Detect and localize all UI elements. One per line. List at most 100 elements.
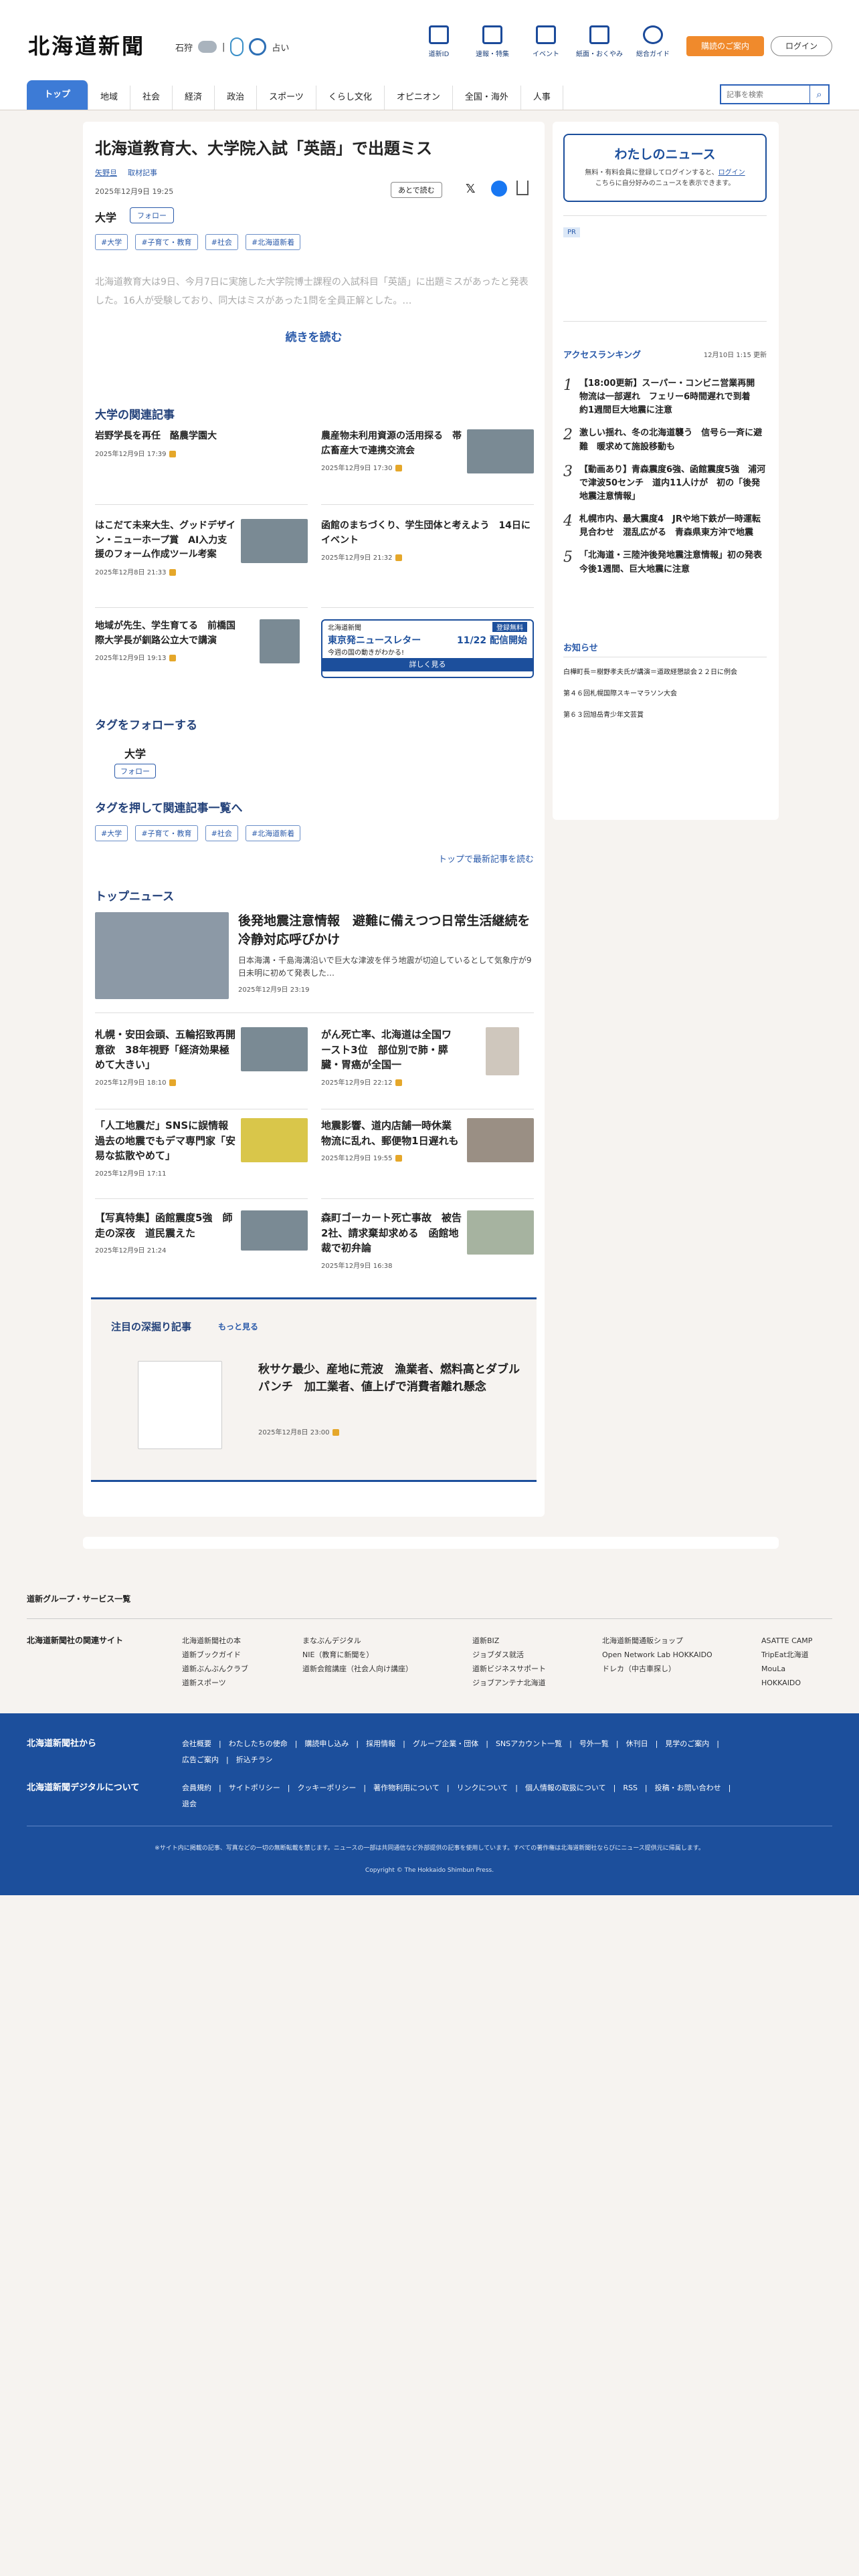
footer-link[interactable]: 号外一覧 bbox=[579, 1739, 609, 1748]
footer-link[interactable]: 北海道新聞通販ショップ bbox=[602, 1634, 761, 1648]
related-item[interactable]: 函館のまちづくり、学生団体と考えよう 14日にイベント 2025年12月9日 2… bbox=[321, 519, 534, 594]
footer-link[interactable]: 折込チラシ bbox=[236, 1755, 273, 1764]
lead-news[interactable]: 後発地震注意情報 避難に備えつつ日常生活継続を 冷静対応呼びかけ 日本海溝・千島… bbox=[238, 912, 543, 994]
tab-personnel[interactable]: 人事 bbox=[521, 86, 563, 110]
footer-link[interactable]: わたしたちの使命 bbox=[229, 1739, 288, 1748]
footer-link[interactable]: ドレカ（中古車探し） bbox=[602, 1662, 761, 1677]
footer-link[interactable]: RSS bbox=[623, 1784, 638, 1792]
footer-link[interactable]: リンクについて bbox=[457, 1784, 508, 1792]
weather-widget[interactable]: 石狩 | 占い bbox=[175, 37, 289, 56]
footer-link[interactable]: 道新スポーツ bbox=[182, 1677, 302, 1691]
news-item[interactable]: 「人工地震だ」SNSに誤情報 過去の地震でもデマ専門家「安易な拡散やめて」 20… bbox=[95, 1118, 308, 1178]
footer-link[interactable]: TripEat北海道 bbox=[761, 1648, 826, 1662]
footer-link[interactable]: サイトポリシー bbox=[229, 1784, 280, 1792]
footer-link[interactable]: 広告ご案内 bbox=[182, 1755, 219, 1764]
related-item[interactable]: はこだて未来大生、グッドデザイン・ニューホープ賞 AI入力支援のフォーム作成ツー… bbox=[95, 519, 308, 594]
follow-button[interactable]: フォロー bbox=[114, 764, 156, 778]
footer-link[interactable]: 会社概要 bbox=[182, 1739, 211, 1748]
nav-paper[interactable]: 紙面・おくやみ bbox=[575, 25, 624, 58]
tag-link[interactable]: #北海道新着 bbox=[245, 234, 301, 250]
ranking-item[interactable]: 1 【18:00更新】スーパー・コンビニ営業再開 物流は一部遅れ フェリー6時間遅… bbox=[563, 377, 767, 417]
footer-link[interactable]: SNSアカウント一覧 bbox=[496, 1739, 562, 1748]
footer-link[interactable]: グループ企業・団体 bbox=[413, 1739, 478, 1748]
tab-politics[interactable]: 政治 bbox=[215, 86, 258, 110]
site-logo[interactable]: 北海道新聞 bbox=[28, 29, 145, 60]
footer-link[interactable]: 道新ブックガイド bbox=[182, 1648, 302, 1662]
footer-link[interactable]: 個人情報の取扱について bbox=[525, 1784, 606, 1792]
feature-more-link[interactable]: もっと見る bbox=[218, 1321, 258, 1332]
tab-culture[interactable]: くらし文化 bbox=[316, 86, 385, 110]
tab-society[interactable]: 社会 bbox=[130, 86, 173, 110]
tab-economy[interactable]: 経済 bbox=[173, 86, 215, 110]
nav-special[interactable]: 速報・特集 bbox=[468, 25, 516, 58]
footer-link[interactable]: Open Network Lab HOKKAIDO bbox=[602, 1648, 761, 1662]
related-item[interactable]: 地域が先生、学生育てる 前橋国際大学長が釧路公立大で講演 2025年12月9日 … bbox=[95, 619, 308, 694]
ranking-item[interactable]: 2 激しい揺れ、冬の北海道襲う 信号ら一斉に避難 暖求めて施設移動も bbox=[563, 427, 767, 453]
x-share-icon[interactable]: 𝕏 bbox=[466, 182, 476, 196]
footer-link[interactable]: 道新ビジネスサポート bbox=[472, 1662, 602, 1677]
footer-link[interactable]: 採用情報 bbox=[366, 1739, 395, 1748]
tag-link[interactable]: #社会 bbox=[205, 234, 238, 250]
follow-button[interactable]: フォロー bbox=[130, 207, 174, 223]
tag-link[interactable]: #子育て・教育 bbox=[135, 234, 198, 250]
footer-link[interactable]: 北海道新聞社の本 bbox=[182, 1634, 302, 1648]
footer-link[interactable]: 道新会館講座（社会人向け講座） bbox=[302, 1662, 472, 1677]
latest-news-link[interactable]: トップで最新記事を読む bbox=[417, 852, 534, 865]
footer-link[interactable]: クッキーポリシー bbox=[297, 1784, 356, 1792]
footer-link[interactable]: 見学のご案内 bbox=[665, 1739, 709, 1748]
author-name[interactable]: 矢野旦 bbox=[95, 167, 117, 178]
feature-title[interactable]: 秋サケ最少、産地に荒波 漁業者、燃料高とダブルパンチ 加工業者、値上げで消費者離… bbox=[258, 1361, 526, 1396]
login-link[interactable]: ログイン bbox=[719, 169, 745, 177]
search-input[interactable] bbox=[721, 86, 809, 103]
notice-item[interactable]: 第６３回旭岳青少年文芸賞 bbox=[563, 710, 767, 721]
facebook-share-icon[interactable] bbox=[491, 181, 507, 197]
footer-link[interactable]: 購読申し込み bbox=[304, 1739, 349, 1748]
footer-link[interactable]: ジョブダス就活 bbox=[472, 1648, 602, 1662]
footer-link[interactable]: NIE（教育に新聞を） bbox=[302, 1648, 472, 1662]
footer-link[interactable]: 著作物利用について bbox=[373, 1784, 440, 1792]
nav-events[interactable]: イベント bbox=[522, 25, 570, 58]
news-item[interactable]: 【写真特集】函館震度5強 師走の深夜 道民震えた 2025年12月9日 21:2… bbox=[95, 1210, 308, 1255]
save-for-later-button[interactable]: あとで読む bbox=[391, 182, 442, 198]
news-item[interactable]: 地震影響、道内店舗一時休業 物流に乱れ、郵便物1日遅れも 2025年12月9日 … bbox=[321, 1118, 534, 1162]
ranking-item[interactable]: 4 札幌市内、最大震度4 JRや地下鉄が一時運転見合わせ 混乱広がる 青森県東方沖… bbox=[563, 513, 767, 540]
group-services-link[interactable]: 道新グループ・サービス一覧 bbox=[27, 1593, 130, 1604]
footer-link[interactable]: 休刊日 bbox=[626, 1739, 648, 1748]
login-button[interactable]: ログイン bbox=[771, 36, 832, 56]
footer-link[interactable]: 投稿・お問い合わせ bbox=[655, 1784, 721, 1792]
share-icon[interactable] bbox=[516, 181, 529, 195]
news-item[interactable]: 札幌・安田会頭、五輪招致再開意欲 38年視野「経済効果極めて大きい」 2025年… bbox=[95, 1027, 308, 1087]
tag-link[interactable]: #子育て・教育 bbox=[135, 825, 198, 841]
nav-doshin-id[interactable]: 道新ID bbox=[415, 25, 463, 58]
search-icon[interactable]: ⌕ bbox=[809, 86, 828, 103]
footer-link[interactable]: ASATTE CAMP bbox=[761, 1634, 826, 1648]
tab-top[interactable]: トップ bbox=[27, 80, 89, 110]
read-more-link[interactable]: 続きを読む bbox=[83, 328, 545, 344]
ranking-item[interactable]: 5 「北海道・三陸沖後発地震注意情報」初の発表 今後1週間、巨大地震に注意 bbox=[563, 549, 771, 576]
tag-link[interactable]: #大学 bbox=[95, 234, 128, 250]
lead-news-image[interactable] bbox=[95, 912, 229, 999]
news-item[interactable]: がん死亡率、北海道は全国ワースト3位 部位別で肺・膵臓・胃癌が全国一 2025年… bbox=[321, 1027, 534, 1087]
tab-region[interactable]: 地域 bbox=[88, 86, 131, 110]
footer-link[interactable]: 道新ぶんぶんクラブ bbox=[182, 1662, 302, 1677]
feature-map-image[interactable] bbox=[138, 1361, 222, 1449]
tab-world[interactable]: 全国・海外 bbox=[453, 86, 521, 110]
subscribe-button[interactable]: 購読のご案内 bbox=[686, 36, 764, 56]
tab-opinion[interactable]: オピニオン bbox=[385, 86, 453, 110]
tab-sports[interactable]: スポーツ bbox=[257, 86, 316, 110]
footer-link[interactable]: ジョブアンテナ北海道 bbox=[472, 1677, 602, 1691]
ranking-title[interactable]: アクセスランキング bbox=[563, 348, 641, 360]
notice-title[interactable]: お知らせ bbox=[563, 641, 598, 653]
tag-link[interactable]: #北海道新着 bbox=[245, 825, 301, 841]
footer-link[interactable]: 会員規約 bbox=[182, 1784, 211, 1792]
tag-link[interactable]: #社会 bbox=[205, 825, 238, 841]
footer-link[interactable]: まなぶんデジタル bbox=[302, 1634, 472, 1648]
notice-item[interactable]: 第４６回札幌国際スキーマラソン大会 bbox=[563, 689, 767, 700]
tag-link[interactable]: #大学 bbox=[95, 825, 128, 841]
footer-link[interactable]: 退会 bbox=[182, 1800, 197, 1808]
footer-link[interactable]: MouLa HOKKAIDO bbox=[761, 1662, 826, 1691]
ranking-item[interactable]: 3 【動画あり】青森震度6強、函館震度5強 浦河で津波50センチ 道内11人けが … bbox=[563, 463, 767, 504]
related-item[interactable]: 農産物未利用資源の活用探る 帯広畜産大で連携交流会 2025年12月9日 17:… bbox=[321, 429, 534, 504]
related-item[interactable]: 岩野学長を再任 酪農学園大 2025年12月9日 17:39 bbox=[95, 429, 308, 504]
newsletter-banner[interactable]: 北海道新聞 登録無料 東京発ニュースレター 11/22 配信開始 今週の国の動き… bbox=[321, 619, 534, 678]
